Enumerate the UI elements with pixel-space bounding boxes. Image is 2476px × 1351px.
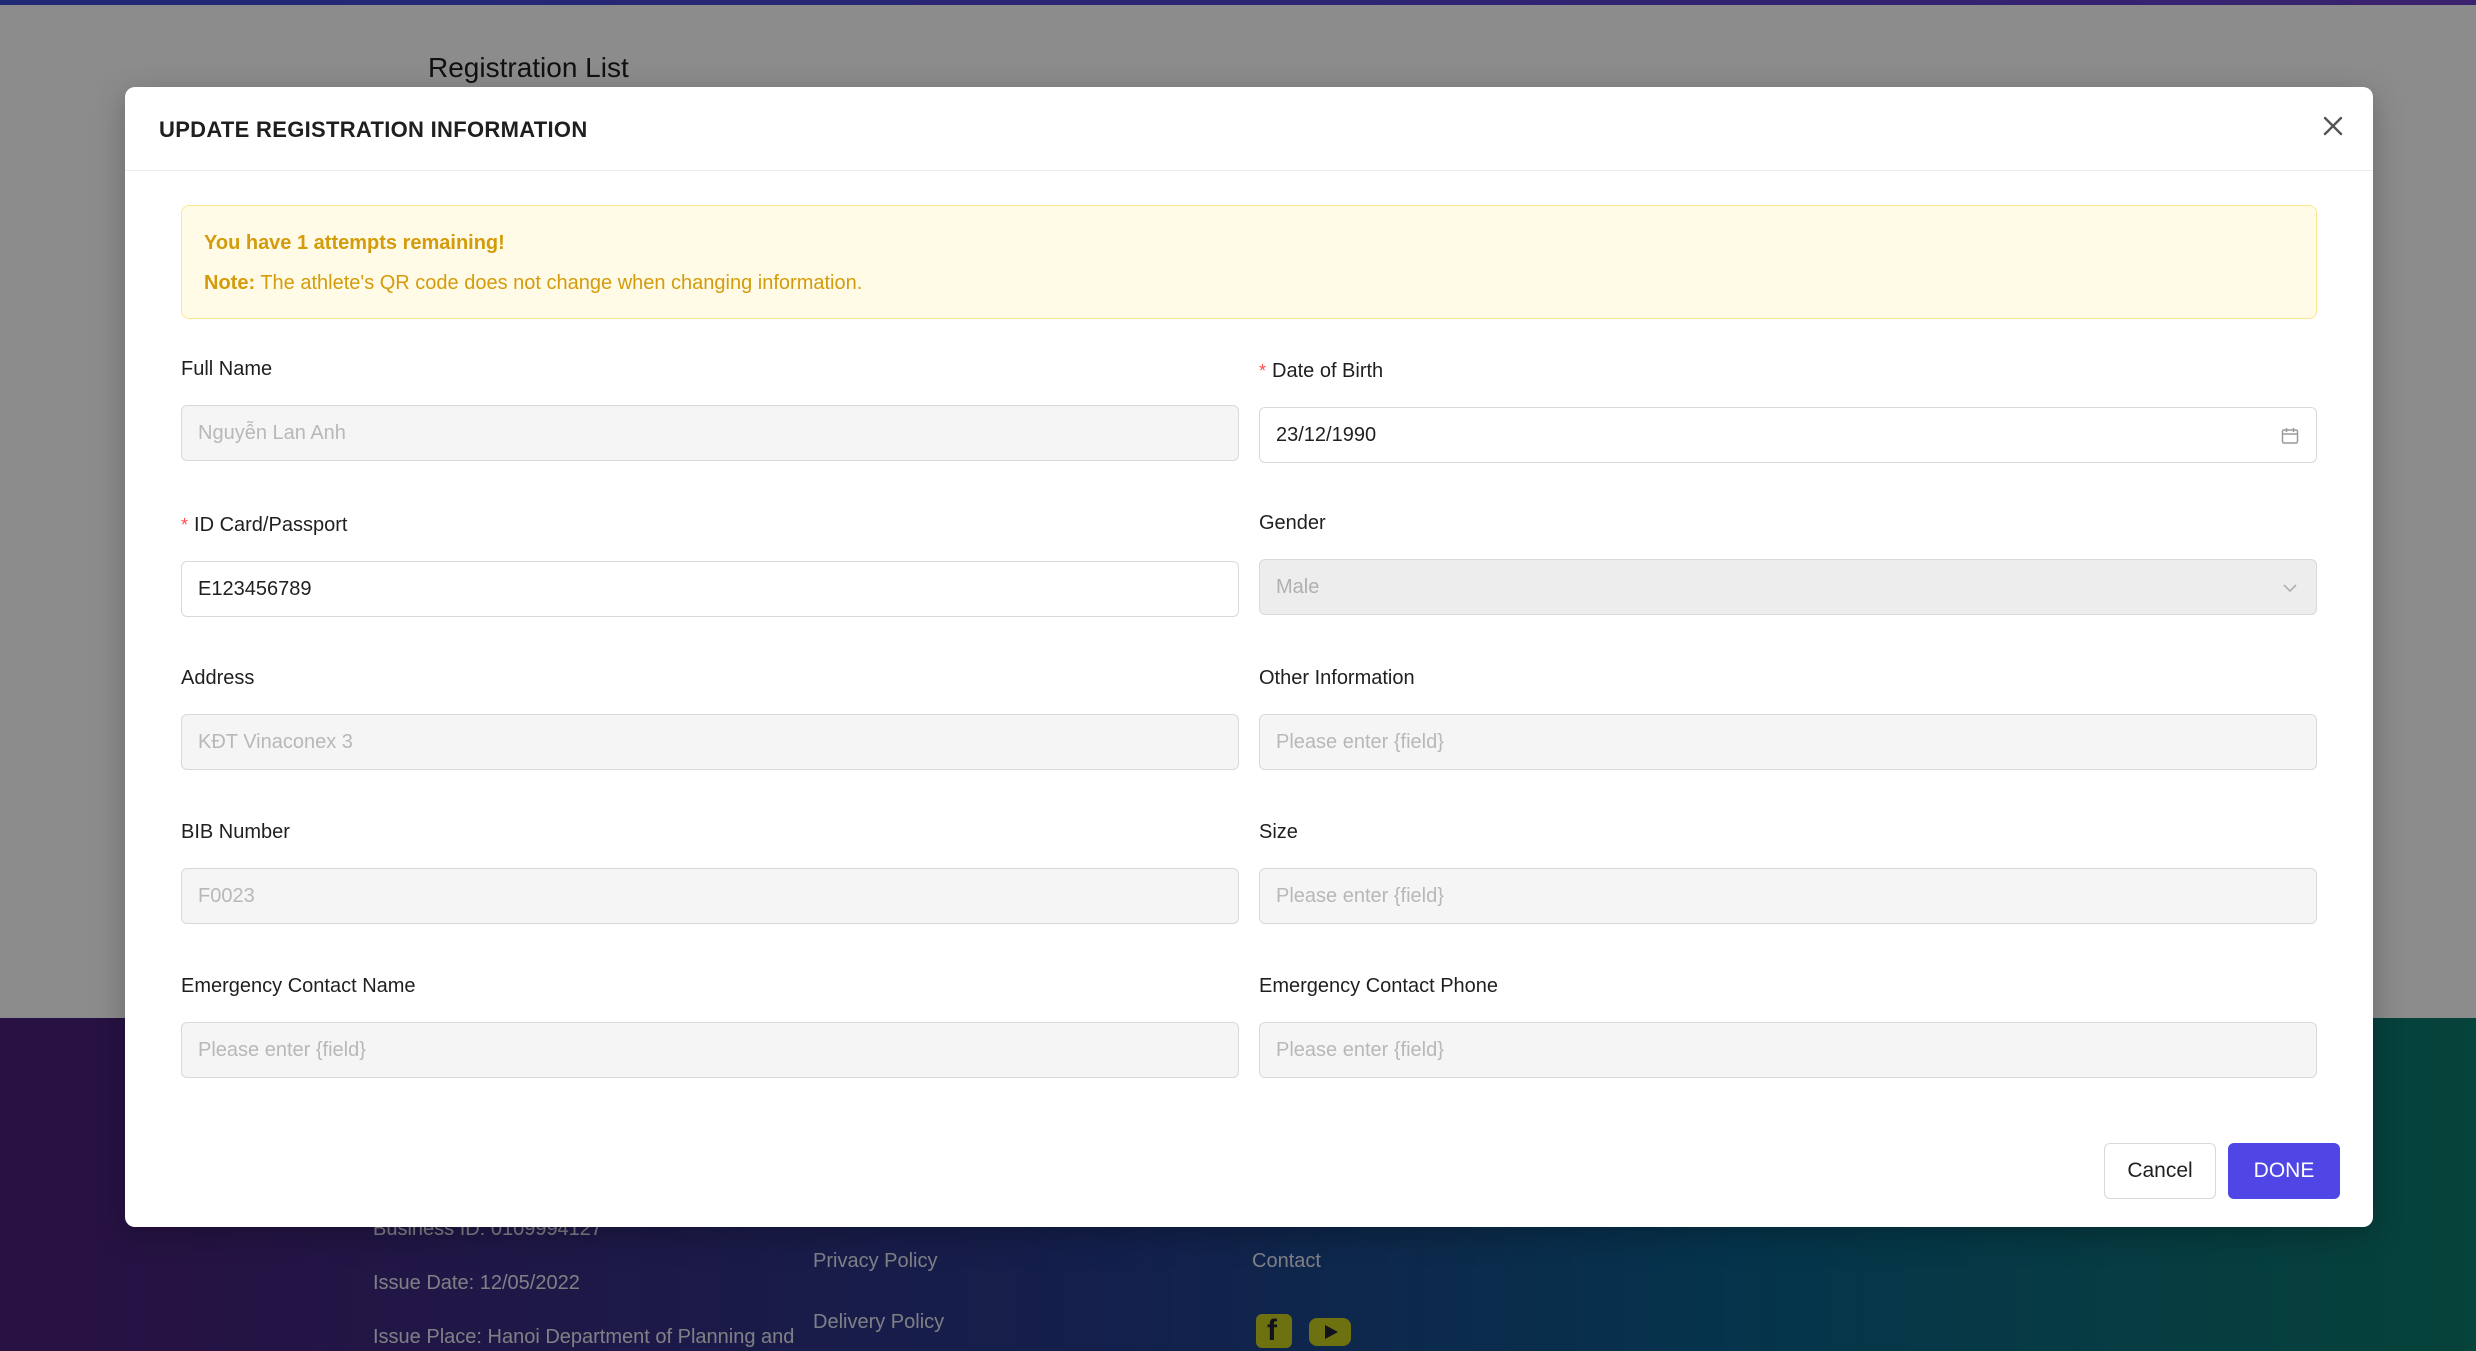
field-size: Size Please enter {field}	[1259, 818, 2317, 924]
modal-title: UPDATE REGISTRATION INFORMATION	[159, 117, 588, 142]
other-info-input: Please enter {field}	[1259, 714, 2317, 770]
calendar-icon[interactable]	[2280, 426, 2300, 446]
other-info-label: Other Information	[1259, 666, 1415, 689]
bib-input: F0023	[181, 868, 1239, 924]
field-address: Address KĐT Vinaconex 3	[181, 664, 1239, 770]
size-label: Size	[1259, 820, 1298, 843]
field-other-information: Other Information Please enter {field}	[1259, 664, 2317, 770]
field-emergency-contact-name: Emergency Contact Name Please enter {fie…	[181, 972, 1239, 1078]
attempts-remaining-text: You have 1 attempts remaining!	[204, 232, 505, 254]
emergency-name-label: Emergency Contact Name	[181, 974, 416, 997]
gender-label: Gender	[1259, 511, 1326, 534]
note-label: Note:	[204, 272, 256, 294]
size-input: Please enter {field}	[1259, 868, 2317, 924]
field-emergency-contact-phone: Emergency Contact Phone Please enter {fi…	[1259, 972, 2317, 1078]
field-bib-number: BIB Number F0023	[181, 818, 1239, 924]
field-full-name: Full Name Nguyễn Lan Anh	[181, 355, 1239, 461]
field-id-card: * ID Card/Passport E123456789	[181, 511, 1239, 617]
emergency-name-input: Please enter {field}	[181, 1022, 1239, 1078]
dob-label: * Date of Birth	[1259, 359, 1384, 382]
id-card-input[interactable]: E123456789	[181, 561, 1239, 617]
address-label: Address	[181, 666, 255, 689]
full-name-input: Nguyễn Lan Anh	[181, 405, 1239, 461]
emergency-phone-label: Emergency Contact Phone	[1259, 974, 1499, 997]
full-name-label: Full Name	[181, 357, 273, 380]
warning-alert: You have 1 attempts remaining! Note: The…	[181, 205, 2317, 319]
done-button[interactable]: DONE	[2228, 1143, 2340, 1199]
modal-header: UPDATE REGISTRATION INFORMATION	[125, 87, 2373, 171]
gender-select: Male	[1259, 559, 2317, 615]
emergency-phone-input: Please enter {field}	[1259, 1022, 2317, 1078]
close-icon[interactable]	[2318, 111, 2348, 141]
update-registration-modal: UPDATE REGISTRATION INFORMATION You have…	[125, 87, 2373, 1227]
address-input: KĐT Vinaconex 3	[181, 714, 1239, 770]
qr-note-text: Note: The athlete's QR code does not cha…	[204, 272, 862, 295]
note-text: The athlete's QR code does not change wh…	[255, 272, 863, 294]
id-card-label: * ID Card/Passport	[181, 513, 348, 536]
field-gender: Gender Male	[1259, 509, 2317, 615]
bib-label: BIB Number	[181, 820, 290, 843]
cancel-button[interactable]: Cancel	[2104, 1143, 2216, 1199]
dob-date-picker[interactable]: 23/12/1990	[1259, 407, 2317, 463]
required-marker: *	[181, 514, 189, 535]
chevron-down-icon	[2283, 584, 2297, 593]
field-date-of-birth: * Date of Birth 23/12/1990	[1259, 357, 2317, 463]
required-marker: *	[1259, 360, 1267, 381]
